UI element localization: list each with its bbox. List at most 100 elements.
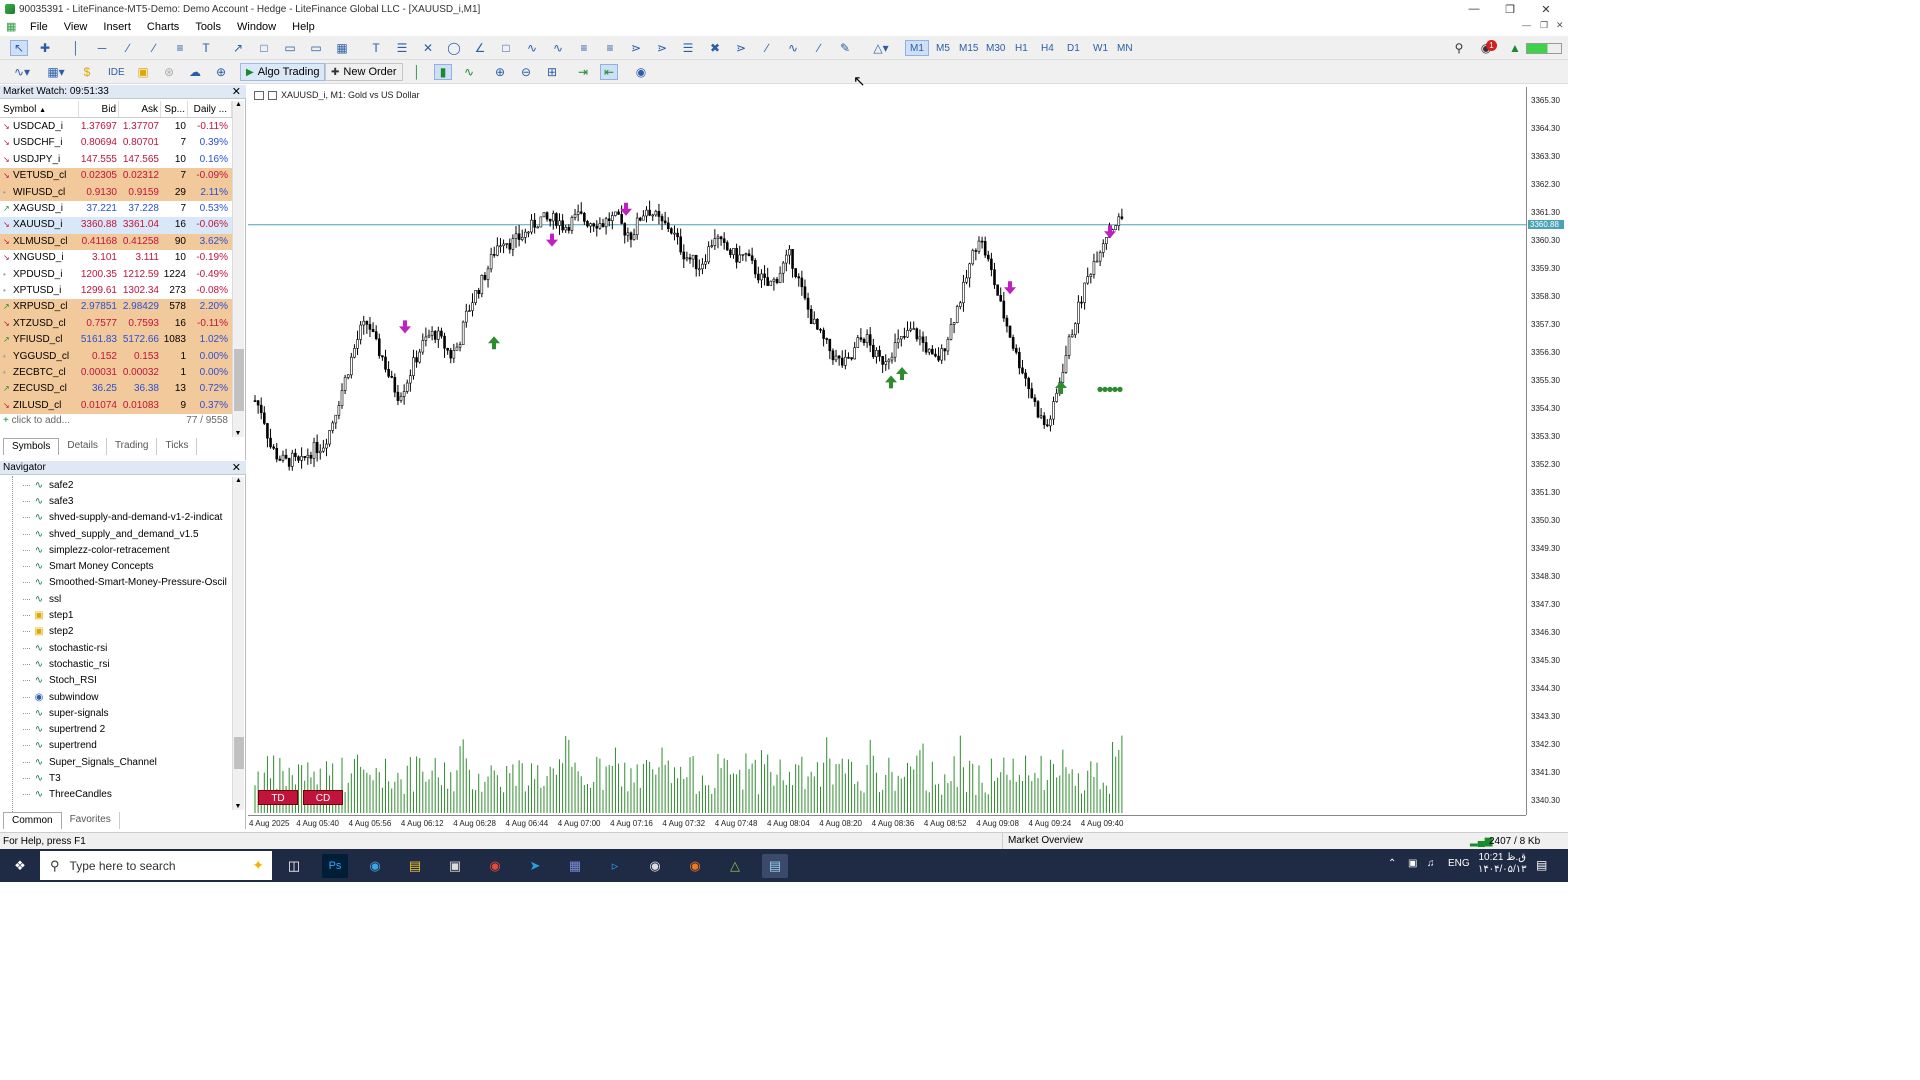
pitchfork-icon[interactable]: ☰ bbox=[393, 40, 411, 56]
taskbar-search[interactable]: ⚲ Type here to search ✦ bbox=[40, 851, 272, 880]
fan-lines-icon[interactable]: ⋗ bbox=[732, 40, 750, 56]
template-icon[interactable]: ▦▾ bbox=[42, 64, 70, 80]
button-object-icon[interactable]: ▭ bbox=[307, 40, 325, 56]
price-chart[interactable] bbox=[248, 87, 1526, 815]
navigator-item[interactable]: ∿ simplezz-color-retracement bbox=[22, 542, 232, 558]
cd-button[interactable]: CD bbox=[303, 790, 343, 805]
edge-icon[interactable]: ◉ bbox=[362, 854, 388, 878]
regression-icon[interactable]: ≡ bbox=[575, 40, 593, 56]
close-icon[interactable]: ✕ bbox=[1528, 0, 1564, 18]
table-row[interactable]: ↗ ZECUSD_cl 36.25 36.38 13 0.72% bbox=[0, 381, 232, 398]
navigator-item[interactable]: ∿ stochastic-rsi bbox=[22, 640, 232, 656]
segment-icon[interactable]: ∕ bbox=[758, 40, 776, 56]
metatrader-icon[interactable]: ▤ bbox=[762, 854, 788, 878]
navigator-item[interactable]: ∿ shved-supply-and-demand-v1-2-indicat bbox=[22, 510, 232, 526]
text-icon[interactable]: T bbox=[197, 40, 215, 56]
navigator-item[interactable]: ∿ T3 bbox=[22, 770, 232, 786]
table-row[interactable]: • ZECBTC_cl 0.00031 0.00032 1 0.00% bbox=[0, 365, 232, 382]
shapes-dropdown-icon[interactable]: △▾ bbox=[868, 40, 894, 56]
screenshot-icon[interactable]: ◉ bbox=[632, 64, 650, 80]
navigator-item[interactable]: ∿ supertrend 2 bbox=[22, 722, 232, 738]
chart-menu-icon[interactable] bbox=[254, 90, 264, 100]
app-icon[interactable]: ▦ bbox=[562, 854, 588, 878]
col-bid[interactable]: Bid bbox=[79, 101, 119, 117]
tile-icon[interactable]: ⊞ bbox=[543, 64, 561, 80]
zoom-out-icon[interactable]: ⊖ bbox=[517, 64, 535, 80]
vscode-icon[interactable]: ▹ bbox=[602, 854, 628, 878]
navigator-item[interactable]: ◉ subwindow bbox=[22, 689, 232, 705]
tab-symbols[interactable]: Symbols bbox=[3, 438, 60, 455]
wave-icon[interactable]: ∿ bbox=[523, 40, 541, 56]
menu-tools[interactable]: Tools bbox=[187, 21, 229, 33]
volume-icon[interactable]: ♫ bbox=[1427, 858, 1435, 869]
photoshop-icon[interactable]: Ps bbox=[322, 854, 348, 878]
timeframe-h1[interactable]: H1 bbox=[1011, 40, 1032, 56]
navigator-item[interactable]: ∿ safe2 bbox=[22, 477, 232, 493]
chart-object-icon[interactable]: □ bbox=[255, 40, 273, 56]
timezones-icon[interactable]: ☰ bbox=[679, 40, 697, 56]
mdi-close-icon[interactable]: ✕ bbox=[1556, 20, 1564, 31]
mdi-minimize-icon[interactable]: — bbox=[1522, 20, 1531, 30]
new-order-button[interactable]: ✚ New Order bbox=[325, 63, 403, 81]
channel-icon[interactable]: ∕ bbox=[145, 40, 163, 56]
network-icon[interactable]: ▣ bbox=[1408, 858, 1417, 869]
tab-trading[interactable]: Trading bbox=[107, 438, 158, 455]
timeframe-m30[interactable]: M30 bbox=[982, 40, 1009, 56]
navigator-item[interactable]: ∿ ssl bbox=[22, 591, 232, 607]
table-row[interactable]: ↘ USDJPY_i 147.555 147.565 10 0.16% bbox=[0, 151, 232, 169]
timeframe-mn[interactable]: MN bbox=[1113, 40, 1137, 56]
col-spread[interactable]: Sp... bbox=[161, 101, 188, 117]
action-center-icon[interactable]: ▤ bbox=[1536, 858, 1547, 872]
table-row[interactable]: • YGGUSD_cl 0.152 0.153 1 0.00% bbox=[0, 348, 232, 365]
table-row[interactable]: ↗ XRPUSD_cl 2.97851 2.98429 578 2.20% bbox=[0, 299, 232, 316]
chart-window[interactable]: XAUUSD_i, M1: Gold vs US Dollar 3360.88 … bbox=[248, 87, 1568, 829]
chart-object-list-icon[interactable] bbox=[268, 90, 277, 100]
td-button[interactable]: TD bbox=[258, 790, 298, 805]
menu-charts[interactable]: Charts bbox=[139, 21, 187, 33]
timeframe-w1[interactable]: W1 bbox=[1089, 40, 1112, 56]
chrome-icon[interactable]: ◉ bbox=[482, 854, 508, 878]
label-icon[interactable]: ▭ bbox=[281, 40, 299, 56]
mdi-restore-icon[interactable]: ❐ bbox=[1540, 20, 1548, 31]
table-row[interactable]: ↘ USDCAD_i 1.37697 1.37707 10 -0.11% bbox=[0, 119, 232, 136]
elliott-icon[interactable]: ∿ bbox=[549, 40, 567, 56]
market-watch-scroll-thumb[interactable] bbox=[234, 349, 244, 411]
click-to-add[interactable]: + click to add... bbox=[3, 415, 70, 426]
navigator-item[interactable]: ∿ ThreeCandles bbox=[22, 787, 232, 803]
candle-chart-icon[interactable]: ▮ bbox=[434, 64, 452, 80]
menu-view[interactable]: View bbox=[56, 21, 96, 33]
table-row[interactable]: ↘ XLMUSD_cl 0.41168 0.41258 90 3.62% bbox=[0, 233, 232, 251]
telegram-icon[interactable]: ➤ bbox=[522, 854, 548, 878]
tray-expand-icon[interactable]: ⌃ bbox=[1388, 858, 1396, 869]
signals-icon[interactable]: ⊛ bbox=[160, 64, 178, 80]
navigator-item[interactable]: ∿ shved_supply_and_demand_v1.5 bbox=[22, 526, 232, 542]
timeframe-m5[interactable]: M5 bbox=[932, 40, 954, 56]
app3-icon[interactable]: ◉ bbox=[682, 854, 708, 878]
file-explorer-icon[interactable]: ▤ bbox=[402, 854, 428, 878]
pencil-icon[interactable]: ✎ bbox=[836, 40, 854, 56]
lock-icon[interactable]: ▣ bbox=[134, 64, 152, 80]
navigator-scroll-thumb[interactable] bbox=[234, 737, 244, 769]
table-row[interactable]: ↘ VETUSD_cl 0.02305 0.02312 7 -0.09% bbox=[0, 168, 232, 185]
parallel-icon[interactable]: ∕ bbox=[810, 40, 828, 56]
app4-icon[interactable]: △ bbox=[722, 854, 748, 878]
navigator-item[interactable]: ▣ step2 bbox=[22, 624, 232, 640]
chart-shift-icon[interactable]: ⇤ bbox=[600, 64, 618, 80]
language-indicator[interactable]: ENG bbox=[1448, 858, 1470, 869]
crosshair-icon[interactable]: ✚ bbox=[36, 40, 54, 56]
windows-start-icon[interactable]: ❖ bbox=[7, 854, 33, 878]
status-profile[interactable]: Market Overview bbox=[1002, 833, 1083, 849]
image-object-icon[interactable]: ▦ bbox=[333, 40, 351, 56]
autoscroll-icon[interactable]: ⇥ bbox=[574, 64, 592, 80]
navigator-item[interactable]: ▣ step1 bbox=[22, 607, 232, 623]
table-row[interactable]: • XPDUSD_i 1200.35 1212.59 1224 -0.49% bbox=[0, 266, 232, 283]
market-watch-scrollbar[interactable]: ▲ ▼ bbox=[232, 101, 244, 437]
nav-scroll-down-icon[interactable]: ▼ bbox=[233, 803, 243, 810]
tab-favorites[interactable]: Favorites bbox=[62, 812, 120, 829]
cloud-icon[interactable]: ☁ bbox=[186, 64, 204, 80]
timeframe-d1[interactable]: D1 bbox=[1063, 40, 1084, 56]
navigator-item[interactable]: ∿ safe3 bbox=[22, 493, 232, 509]
price-axis[interactable]: 3360.88 3365.30 3364.30 3363.30 3362.30 3361… bbox=[1526, 87, 1568, 815]
tab-ticks[interactable]: Ticks bbox=[157, 438, 198, 455]
table-row[interactable]: • XPTUSD_i 1299.61 1302.34 273 -0.08% bbox=[0, 283, 232, 300]
